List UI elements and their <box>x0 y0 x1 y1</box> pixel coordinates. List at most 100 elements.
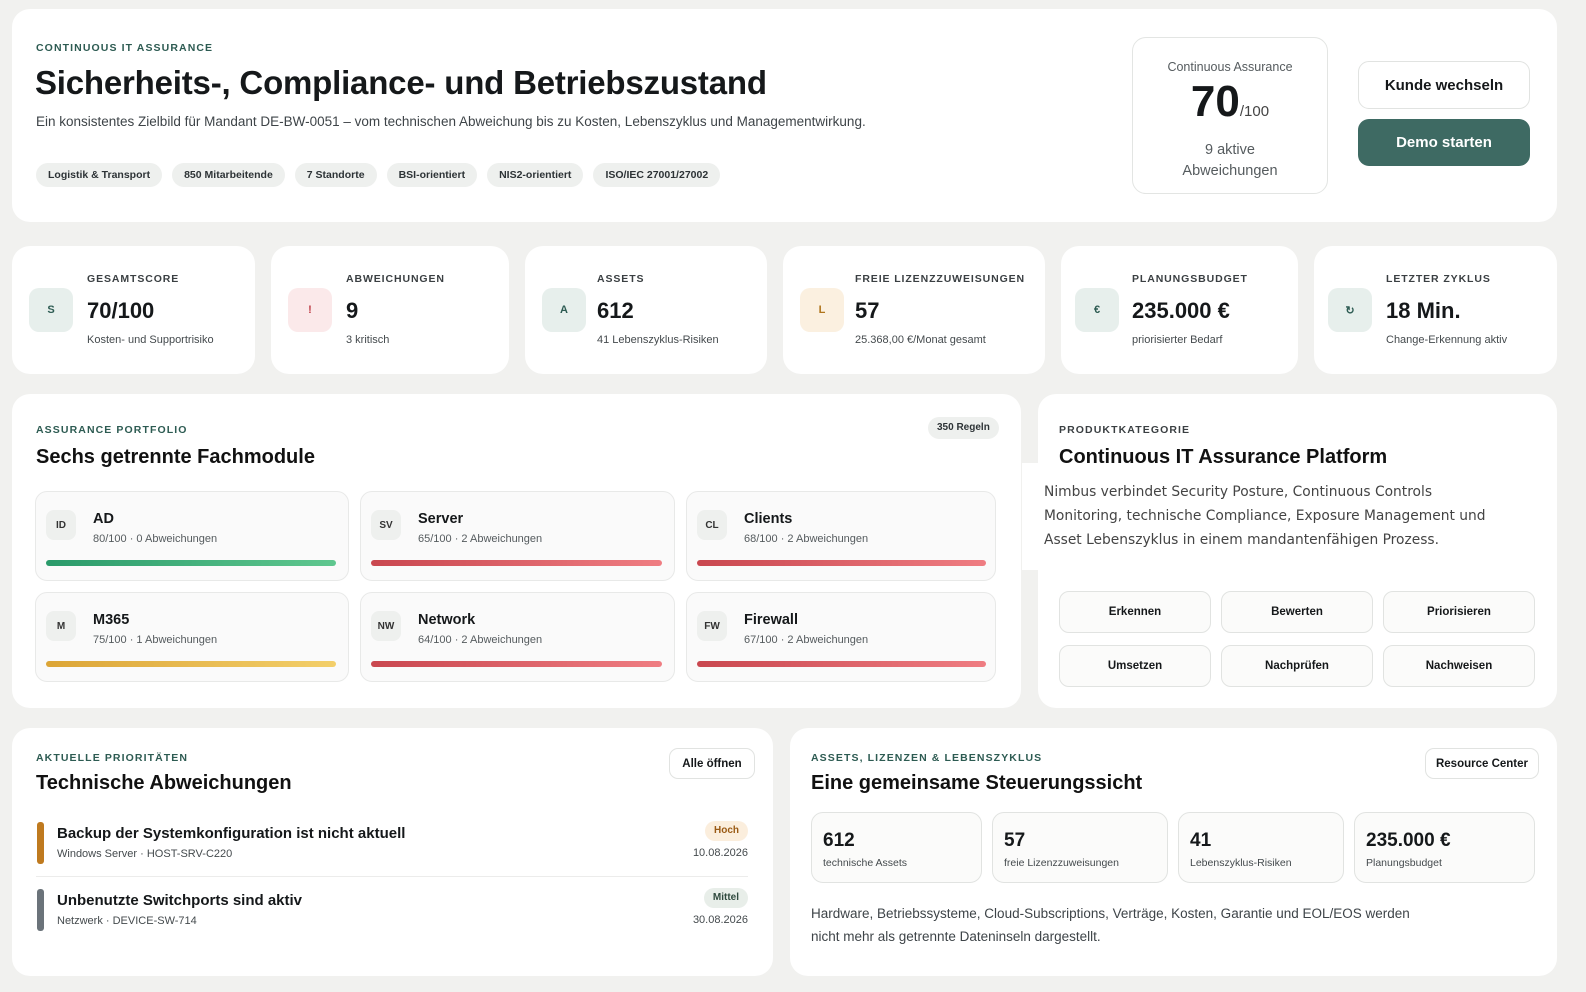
module-sub: 68/100 · 2 Abweichungen <box>744 533 869 545</box>
step-button[interactable]: Umsetzen <box>1059 645 1211 687</box>
module-name: Network <box>418 612 476 628</box>
module-sub: 80/100 · 0 Abweichungen <box>93 533 218 545</box>
assurance-label: Continuous Assurance <box>1167 60 1293 74</box>
stat-tile: 612 technische Assets <box>811 812 982 883</box>
kpi-label: GESAMTSCORE <box>87 273 180 285</box>
kpi-sub: 25.368,00 €/Monat gesamt <box>855 334 986 346</box>
deviation-date: 10.08.2026 <box>692 847 748 859</box>
resources-eyebrow: ASSETS, LIZENZEN & LEBENSZYKLUS <box>811 752 1043 764</box>
page-title: Sicherheits-, Compliance- und Betriebszu… <box>35 64 767 101</box>
module-card-clients[interactable]: CL Clients 68/100 · 2 Abweichungen <box>686 491 996 581</box>
kpi-value: 9 <box>346 298 359 323</box>
assurance-score-box: Continuous Assurance 70/100 9 aktive Abw… <box>1132 37 1328 194</box>
priorities-card: AKTUELLE PRIORITÄTEN Technische Abweichu… <box>12 728 773 976</box>
kpi-sub: 3 kritisch <box>346 334 390 346</box>
step-button[interactable]: Priorisieren <box>1383 591 1535 633</box>
module-name: Firewall <box>744 612 798 628</box>
kpi-sub: priorisierter Bedarf <box>1132 334 1223 346</box>
server-icon: SV <box>371 510 401 540</box>
kpi-label: LETZTER ZYKLUS <box>1386 273 1491 285</box>
module-card-ad[interactable]: ID AD 80/100 · 0 Abweichungen <box>35 491 349 581</box>
resource-center-button[interactable]: Resource Center <box>1425 748 1539 779</box>
tag-list: Logistik & Transport 850 Mitarbeitende 7… <box>36 163 721 187</box>
kpi-value: 612 <box>597 298 634 323</box>
module-score-bar <box>371 661 662 667</box>
kpi-sub: Change-Erkennung aktiv <box>1386 334 1508 346</box>
module-sub: 75/100 · 1 Abweichungen <box>93 634 218 646</box>
stat-label: Lebenszyklus-Risiken <box>1190 857 1292 869</box>
tag: 850 Mitarbeitende <box>172 163 285 187</box>
severity-badge: Hoch <box>705 821 748 841</box>
kpi-value: 70/100 <box>87 298 155 323</box>
module-name: Clients <box>744 511 793 527</box>
tag: BSI-orientiert <box>386 163 478 187</box>
step-button[interactable]: Nachweisen <box>1383 645 1535 687</box>
deviation-item[interactable]: Backup der Systemkonfiguration ist nicht… <box>36 821 748 868</box>
network-icon: NW <box>371 611 401 641</box>
assurance-score-max: /100 <box>1239 103 1270 120</box>
kpi-value: 18 Min. <box>1386 298 1461 323</box>
stat-tile: 235.000 € Planungsbudget <box>1354 812 1535 883</box>
stat-value: 41 <box>1190 830 1212 851</box>
module-name: Server <box>418 511 464 527</box>
deviation-item[interactable]: Unbenutzte Switchports sind aktiv Netzwe… <box>36 888 748 935</box>
module-score-bar <box>371 560 662 566</box>
kpi-card-licenses: L FREIE LIZENZZUWEISUNGEN 57 25.368,00 €… <box>783 246 1045 374</box>
kpi-label: ASSETS <box>597 273 645 285</box>
module-card-m365[interactable]: M M365 75/100 · 1 Abweichungen <box>35 592 349 682</box>
priorities-eyebrow: AKTUELLE PRIORITÄTEN <box>36 752 189 764</box>
step-button[interactable]: Bewerten <box>1221 591 1373 633</box>
module-score-bar <box>697 661 986 667</box>
module-card-network[interactable]: NW Network 64/100 · 2 Abweichungen <box>360 592 675 682</box>
module-name: M365 <box>93 612 130 628</box>
kpi-card-assets: A ASSETS 612 41 Lebenszyklus-Risiken <box>525 246 767 374</box>
deviation-title: Unbenutzte Switchports sind aktiv <box>57 892 303 909</box>
kpi-card-cycle: ↻ LETZTER ZYKLUS 18 Min. Change-Erkennun… <box>1314 246 1557 374</box>
page-subtitle: Ein konsistentes Zielbild für Mandant DE… <box>36 114 866 129</box>
resources-title: Eine gemeinsame Steuerungssicht <box>811 772 1143 794</box>
header-card: CONTINUOUS IT ASSURANCE Sicherheits-, Co… <box>12 9 1557 222</box>
portfolio-eyebrow: ASSURANCE PORTFOLIO <box>36 424 188 436</box>
assets-icon: A <box>542 288 586 332</box>
resources-description: Hardware, Betriebssysteme, Cloud-Subscri… <box>811 906 1410 944</box>
kpi-label: FREIE LIZENZZUWEISUNGEN <box>855 273 1026 285</box>
rules-badge: 350 Regeln <box>928 417 999 439</box>
score-icon: S <box>29 288 73 332</box>
open-all-button[interactable]: Alle öffnen <box>669 748 755 779</box>
module-sub: 64/100 · 2 Abweichungen <box>418 634 543 646</box>
ad-icon: ID <box>46 510 76 540</box>
module-score-bar <box>697 560 986 566</box>
module-card-server[interactable]: SV Server 65/100 · 2 Abweichungen <box>360 491 675 581</box>
deviation-date: 30.08.2026 <box>692 914 748 926</box>
step-button[interactable]: Erkennen <box>1059 591 1211 633</box>
module-card-firewall[interactable]: FW Firewall 67/100 · 2 Abweichungen <box>686 592 996 682</box>
start-demo-button[interactable]: Demo starten <box>1358 119 1530 166</box>
assurance-score: 70/100 <box>1133 80 1327 134</box>
tag: NIS2-orientiert <box>487 163 584 187</box>
stat-tile: 41 Lebenszyklus-Risiken <box>1178 812 1344 883</box>
deviation-sub: Windows Server · HOST-SRV-C220 <box>57 848 233 860</box>
resources-card: ASSETS, LIZENZEN & LEBENSZYKLUS Eine gem… <box>790 728 1557 976</box>
assurance-deviations: 9 aktive Abweichungen <box>1133 140 1327 182</box>
module-name: AD <box>93 511 114 527</box>
step-button[interactable]: Nachprüfen <box>1221 645 1373 687</box>
assurance-sub-line: 9 aktive <box>1205 142 1255 158</box>
priority-indicator <box>37 822 44 864</box>
firewall-icon: FW <box>697 611 727 641</box>
module-score-bar <box>46 661 336 667</box>
product-tooltip: Nimbus verbindet Security Posture, Conti… <box>1022 463 1522 570</box>
module-sub: 65/100 · 2 Abweichungen <box>418 533 543 545</box>
stat-value: 57 <box>1004 830 1026 851</box>
refresh-icon: ↻ <box>1328 288 1372 332</box>
assurance-sub-line: Abweichungen <box>1182 163 1278 179</box>
priorities-title: Technische Abweichungen <box>36 772 292 794</box>
switch-customer-button[interactable]: Kunde wechseln <box>1358 61 1530 109</box>
priority-indicator <box>37 889 44 931</box>
alert-icon: ! <box>288 288 332 332</box>
severity-badge: Mittel <box>703 888 748 908</box>
deviation-title: Backup der Systemkonfiguration ist nicht… <box>57 825 406 842</box>
module-score-bar <box>46 560 336 566</box>
tag: ISO/IEC 27001/27002 <box>593 163 721 187</box>
stat-label: technische Assets <box>823 857 908 869</box>
license-icon: L <box>800 288 844 332</box>
